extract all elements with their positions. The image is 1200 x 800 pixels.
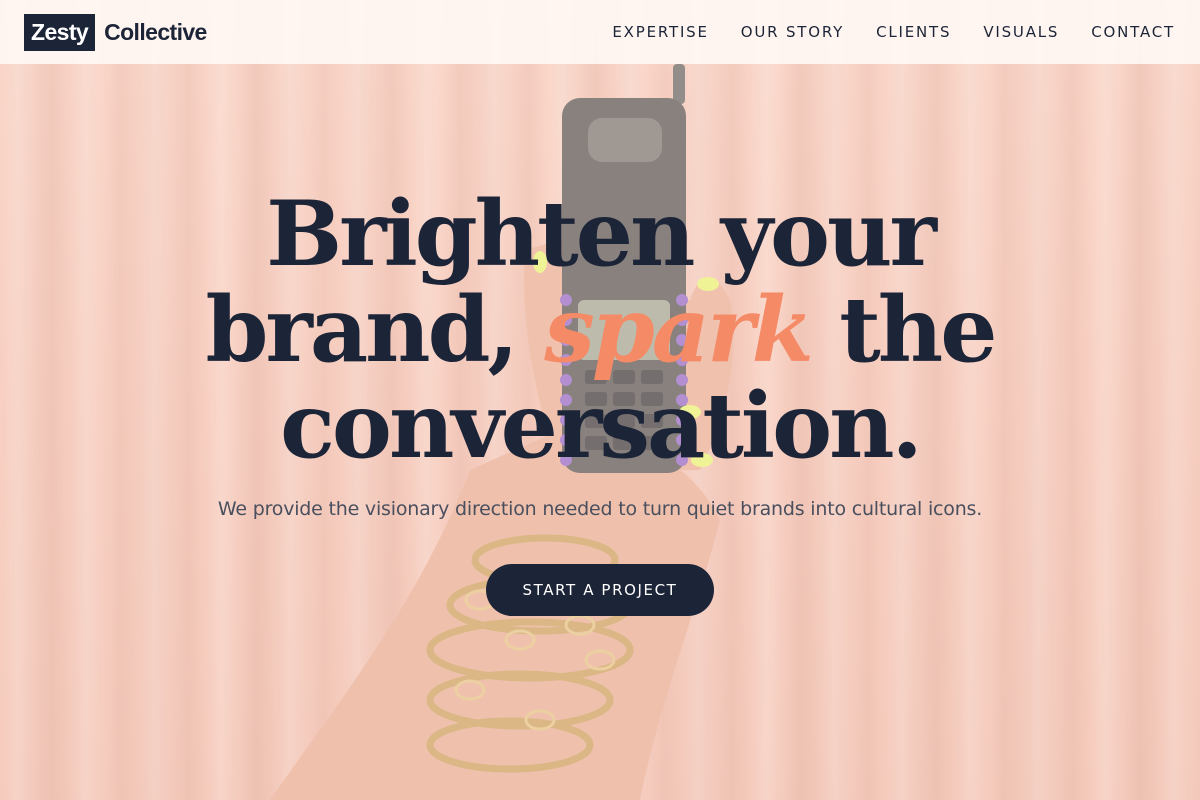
headline-line-2-start: brand, bbox=[205, 277, 518, 383]
start-project-button[interactable]: START A PROJECT bbox=[486, 564, 714, 616]
nav-menu: EXPERTISE OUR STORY CLIENTS VISUALS CONT… bbox=[612, 23, 1175, 41]
brand-logo[interactable]: Zesty Collective bbox=[24, 13, 207, 51]
nav-link-clients[interactable]: CLIENTS bbox=[876, 23, 951, 41]
hero-subheading: We provide the visionary direction neede… bbox=[217, 498, 983, 520]
nav-link-expertise[interactable]: EXPERTISE bbox=[612, 23, 708, 41]
headline-line-1: Brighten your bbox=[266, 181, 937, 287]
logo-box-text: Zesty bbox=[24, 13, 96, 51]
headline-accent-word: spark bbox=[544, 277, 814, 383]
hero-headline: Brighten your brand, spark the conversat… bbox=[0, 186, 1200, 474]
top-navigation: Zesty Collective EXPERTISE OUR STORY CLI… bbox=[0, 0, 1200, 64]
logo-word-text: Collective bbox=[104, 18, 207, 45]
headline-line-3: conversation. bbox=[280, 373, 923, 479]
nav-link-contact[interactable]: CONTACT bbox=[1091, 23, 1175, 41]
nav-link-visuals[interactable]: VISUALS bbox=[983, 23, 1059, 41]
nav-link-our-story[interactable]: OUR STORY bbox=[741, 23, 844, 41]
headline-line-2-end: the bbox=[839, 277, 997, 383]
